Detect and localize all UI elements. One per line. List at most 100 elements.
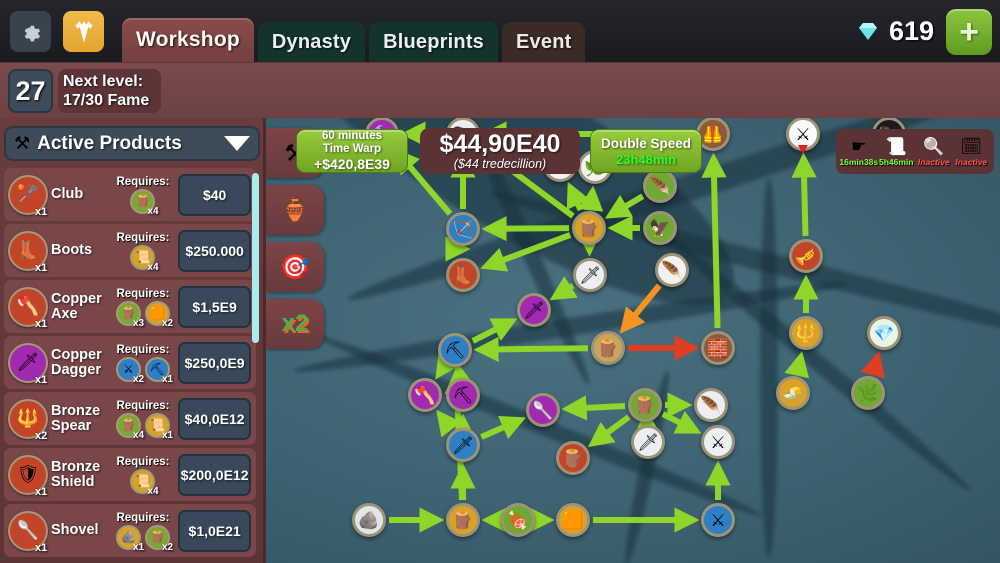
tab-workshop[interactable]: Workshop: [122, 18, 254, 62]
tech-node[interactable]: ⛏: [446, 378, 480, 412]
tech-node[interactable]: 🗡: [631, 425, 665, 459]
requirement-items: 📜 x4: [130, 244, 159, 273]
product-price-button[interactable]: $1,0E21: [178, 509, 251, 552]
product-row[interactable]: 🥍 x1 Club Requires: 🪵 x4 $40: [4, 168, 256, 221]
tech-node[interactable]: 🗡: [573, 258, 607, 292]
side-tab-double-multiplier[interactable]: x2: [266, 299, 324, 349]
booster-hand-click[interactable]: ☛ 16min38s: [839, 137, 878, 167]
product-name: Bronze Spear: [51, 402, 101, 434]
side-tab-target[interactable]: 🎯: [266, 242, 324, 292]
product-name: Copper Dagger: [51, 346, 102, 378]
product-row[interactable]: 👢 x1 Boots Requires: 📜 x4 $250.000: [4, 224, 256, 277]
gem-counter[interactable]: 619: [854, 13, 934, 49]
tech-node[interactable]: 🍖: [501, 503, 535, 537]
add-gems-button[interactable]: +: [946, 9, 992, 55]
settings-button[interactable]: [10, 11, 51, 52]
tech-node-glyph: 🦅: [649, 218, 671, 238]
tech-node[interactable]: 🗡: [517, 293, 551, 327]
product-row[interactable]: 🥄 x1 Shovel Requires: 🪨 x1 🪵 x2 $1,0E21: [4, 504, 256, 557]
top-bar: Workshop Dynasty Blueprints Event 619 +: [0, 0, 1000, 62]
active-products-panel[interactable]: ⚒ Active Products 🥍 x1 Club Requires: 🪵 x4 $40…: [0, 118, 266, 563]
tech-node[interactable]: 🪵: [591, 331, 625, 365]
tech-node-glyph: 🪶: [661, 260, 683, 280]
requirement-quantity: x4: [147, 205, 159, 217]
tab-label: Event: [516, 30, 572, 53]
tech-node[interactable]: ⚔: [786, 118, 820, 154]
requirement-items: ⚔ x2 ⛏ x1: [115, 356, 174, 385]
tech-node[interactable]: 🪵: [572, 211, 606, 245]
panel-scrollbar[interactable]: [252, 173, 259, 343]
product-list[interactable]: 🥍 x1 Club Requires: 🪵 x4 $40 👢 x1 Boots Requires: 📜…: [4, 168, 256, 558]
tech-node[interactable]: 🟧: [556, 503, 590, 537]
tech-node[interactable]: 🌿: [851, 376, 885, 410]
tech-node[interactable]: 👢: [446, 258, 480, 292]
tech-node[interactable]: 🏹: [446, 212, 480, 246]
tech-node[interactable]: 🔱: [789, 316, 823, 350]
double-speed-label: Double Speed: [600, 135, 691, 151]
tab-event[interactable]: Event: [502, 22, 586, 62]
tech-edge: [784, 351, 810, 379]
tech-node-glyph: ⚔: [710, 432, 726, 452]
tech-node[interactable]: 🪶: [643, 169, 677, 203]
tech-node[interactable]: 🪵: [556, 441, 590, 475]
tech-node[interactable]: 🎺: [789, 239, 823, 273]
tech-node[interactable]: ⚔: [701, 503, 735, 537]
requirement-items: 🪨 x1 🪵 x2: [115, 524, 173, 553]
tech-node[interactable]: 🪵: [628, 388, 662, 422]
booster-magnifier[interactable]: 🔍 Inactive: [916, 137, 952, 167]
tech-edge: [661, 411, 702, 434]
product-row[interactable]: 🔱 x2 Bronze Spear Requires: 🪵 x4 📜 x1 $40,0E12: [4, 392, 256, 445]
tab-blueprints[interactable]: Blueprints: [369, 22, 499, 62]
tech-node[interactable]: 🪨: [352, 503, 386, 537]
side-tab-waterskin[interactable]: 🏺: [266, 185, 324, 235]
product-price-button[interactable]: $250,0E9: [178, 341, 251, 384]
tech-edge: [701, 152, 727, 329]
booster-tray[interactable]: ☛ 16min38s 📜 5h46min 🔍 Inactive 🗓 Inactive: [836, 129, 994, 174]
product-name: Copper Axe: [51, 290, 102, 322]
time-warp-button[interactable]: 60 minutes Time Warp +$420,8E39: [296, 129, 408, 173]
tech-node[interactable]: 🦅: [643, 211, 677, 245]
product-price-button[interactable]: $1,5E9: [178, 285, 251, 328]
tech-node[interactable]: 🪓: [408, 378, 442, 412]
tech-node[interactable]: 🧱: [701, 331, 735, 365]
premium-shop-button[interactable]: [63, 11, 104, 52]
product-requirements: Requires: 📜 x4: [108, 232, 178, 273]
tech-node-glyph: 💎: [873, 323, 895, 343]
scroll-icon: 📜: [885, 136, 907, 156]
requirement-items: 🪵 x4: [130, 188, 159, 217]
chevron-down-icon[interactable]: [224, 136, 250, 151]
requirement-icon: 🪵 x3: [115, 300, 144, 329]
double-speed-button[interactable]: Double Speed 23h48min: [590, 129, 702, 173]
product-price-button[interactable]: $200,0E12: [178, 453, 251, 496]
tech-node[interactable]: 🪵: [446, 503, 480, 537]
product-price-button[interactable]: $40: [178, 173, 251, 216]
tech-node[interactable]: 🪶: [694, 388, 728, 422]
requires-label: Requires:: [116, 399, 170, 412]
tech-node-glyph: 🪓: [414, 385, 436, 405]
product-row[interactable]: 🛡 x1 Bronze Shield Requires: 📜 x4 $200,0E12: [4, 448, 256, 501]
product-row[interactable]: 🪓 x1 Copper Axe Requires: 🪵 x3 🟧 x2 $1,5E9: [4, 280, 256, 333]
booster-scroll[interactable]: 📜 5h46min: [878, 137, 914, 167]
requires-label: Requires:: [116, 287, 170, 300]
product-price-button[interactable]: $40,0E12: [178, 397, 251, 440]
product-requirements: Requires: 🪨 x1 🪵 x2: [108, 512, 178, 553]
product-row[interactable]: 🗡 x1 Copper Dagger Requires: ⚔ x2 ⛏ x1 $250,0E9: [4, 336, 256, 389]
main-tabs[interactable]: Workshop Dynasty Blueprints Event: [122, 18, 589, 62]
tech-node[interactable]: 🗡: [446, 428, 480, 462]
requirement-icon: 📜 x4: [130, 244, 159, 273]
active-products-dropdown[interactable]: ⚒ Active Products: [4, 126, 260, 161]
tech-node-glyph: ⛏: [452, 385, 474, 405]
tech-node[interactable]: 🧈: [776, 376, 810, 410]
requirement-quantity: x1: [161, 373, 174, 385]
tech-node-glyph: 🗡: [452, 435, 474, 455]
tech-node-glyph: 🗡: [579, 265, 601, 285]
tab-dynasty[interactable]: Dynasty: [257, 22, 366, 62]
tech-node[interactable]: ⛏: [438, 333, 472, 367]
product-price-button[interactable]: $250.000: [178, 229, 251, 272]
tech-node[interactable]: 🥄: [526, 393, 560, 427]
booster-calendar[interactable]: 🗓 Inactive: [953, 137, 989, 167]
tech-node[interactable]: 💎: [867, 316, 901, 350]
tech-node[interactable]: ⚔: [701, 425, 735, 459]
tech-node[interactable]: 🪶: [655, 253, 689, 287]
time-warp-bonus: +$420,8E39: [314, 156, 390, 172]
